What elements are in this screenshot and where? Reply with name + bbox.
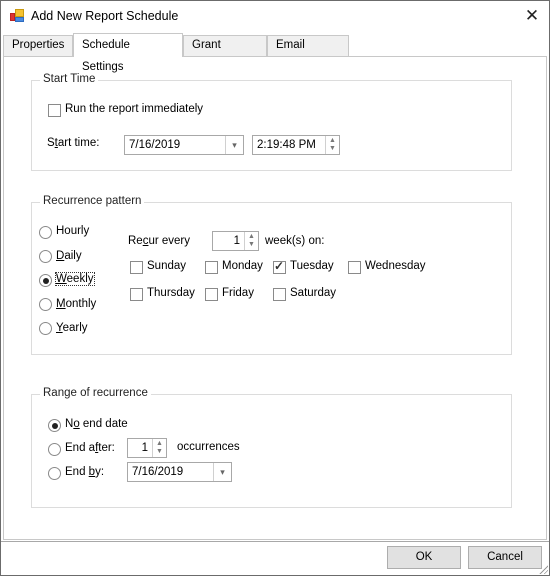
- end-after-occurrences-input[interactable]: 1 ▲ ▼: [127, 438, 167, 458]
- recurrence-group-label: Recurrence pattern: [40, 195, 145, 207]
- start-time-input[interactable]: 2:19:48 PM ▲ ▼: [252, 135, 340, 155]
- spin-down-icon[interactable]: ▼: [326, 145, 339, 153]
- tab-email-output[interactable]: Email Output: [267, 35, 349, 70]
- spin-up-icon[interactable]: ▲: [326, 137, 339, 145]
- checkbox-saturday[interactable]: [273, 288, 286, 301]
- recur-every-spinner[interactable]: ▲ ▼: [244, 232, 258, 250]
- radio-hourly-label: Hourly: [56, 225, 90, 237]
- title-bar: Add New Report Schedule ✕: [1, 1, 549, 31]
- start-date-value: 7/16/2019: [129, 139, 181, 151]
- checkbox-saturday-label: Saturday: [290, 287, 337, 299]
- window-title: Add New Report Schedule: [31, 9, 179, 23]
- weeks-on-label: week(s) on:: [265, 235, 325, 247]
- checkbox-thursday[interactable]: [130, 288, 143, 301]
- checkbox-friday-label: Friday: [222, 287, 254, 299]
- radio-daily-label: Daily: [56, 250, 82, 262]
- radio-no-end-date-label: No end date: [65, 418, 128, 430]
- recur-every-input[interactable]: 1 ▲ ▼: [212, 231, 259, 251]
- checkbox-monday-label: Monday: [222, 260, 263, 272]
- start-date-picker[interactable]: 7/16/2019 ▾: [124, 135, 244, 155]
- spin-down-icon[interactable]: ▼: [153, 448, 166, 456]
- run-immediately-checkbox[interactable]: [48, 104, 61, 117]
- end-by-dropdown-button[interactable]: ▾: [213, 463, 231, 481]
- radio-monthly[interactable]: [39, 298, 52, 311]
- end-by-date-value: 7/16/2019: [132, 466, 184, 478]
- start-date-dropdown-button[interactable]: ▾: [225, 136, 243, 154]
- checkbox-friday[interactable]: [205, 288, 218, 301]
- end-after-value: 1: [141, 442, 148, 454]
- checkbox-wednesday[interactable]: [348, 261, 361, 274]
- range-group-label: Range of recurrence: [40, 387, 151, 399]
- start-time-value: 2:19:48 PM: [257, 139, 316, 151]
- range-of-recurrence-group: Range of recurrence No end date End afte…: [31, 387, 512, 508]
- tab-schedule-settings[interactable]: Schedule Settings: [73, 33, 183, 73]
- radio-yearly[interactable]: [39, 322, 52, 335]
- tab-properties[interactable]: Properties: [3, 35, 73, 56]
- checkbox-sunday[interactable]: [130, 261, 143, 274]
- checkbox-sunday-label: Sunday: [147, 260, 187, 272]
- radio-end-after-label: End after:: [65, 442, 115, 454]
- recur-every-value: 1: [233, 235, 240, 247]
- recurrence-pattern-group: Recurrence pattern Hourly Daily Weekly M…: [31, 195, 512, 355]
- checkbox-wednesday-label: Wednesday: [365, 260, 426, 272]
- footer-divider: [1, 541, 549, 542]
- radio-weekly-label: Weekly: [55, 272, 95, 286]
- spin-up-icon[interactable]: ▲: [153, 440, 166, 448]
- start-time-group: Start Time Run the report immediately St…: [31, 73, 512, 171]
- radio-weekly[interactable]: [39, 274, 52, 287]
- radio-end-after[interactable]: [48, 443, 61, 456]
- cancel-button[interactable]: Cancel: [468, 546, 542, 569]
- schedule-settings-panel: Start Time Run the report immediately St…: [3, 56, 547, 540]
- close-button[interactable]: ✕: [521, 5, 543, 27]
- checkbox-tuesday-label: Tuesday: [290, 260, 334, 272]
- close-icon: ✕: [524, 6, 540, 25]
- ok-button[interactable]: OK: [387, 546, 461, 569]
- recur-every-label: Recur every: [128, 235, 190, 247]
- end-after-spinner[interactable]: ▲ ▼: [152, 439, 166, 457]
- chevron-down-icon: ▾: [220, 467, 225, 477]
- checkbox-thursday-label: Thursday: [147, 287, 195, 299]
- checkbox-monday[interactable]: [205, 261, 218, 274]
- chevron-down-icon: ▾: [232, 140, 237, 150]
- start-time-spinner[interactable]: ▲ ▼: [325, 136, 339, 154]
- checkbox-tuesday[interactable]: [273, 259, 286, 274]
- dialog-window: Add New Report Schedule ✕ Properties Sch…: [0, 0, 550, 576]
- radio-hourly[interactable]: [39, 226, 52, 239]
- radio-end-by-label: End by:: [65, 466, 105, 478]
- radio-no-end-date[interactable]: [48, 419, 61, 432]
- radio-yearly-label: Yearly: [56, 322, 88, 334]
- end-by-date-picker[interactable]: 7/16/2019 ▾: [127, 462, 232, 482]
- spin-down-icon[interactable]: ▼: [245, 241, 258, 249]
- radio-end-by[interactable]: [48, 467, 61, 480]
- app-icon: [10, 9, 24, 23]
- run-immediately-label: Run the report immediately: [65, 103, 204, 115]
- tab-grant-access[interactable]: Grant Access: [183, 35, 267, 70]
- start-time-label: Start time:: [47, 137, 100, 149]
- occurrences-label: occurrences: [177, 441, 240, 453]
- radio-monthly-label: Monthly: [56, 298, 97, 310]
- spin-up-icon[interactable]: ▲: [245, 233, 258, 241]
- radio-daily[interactable]: [39, 250, 52, 263]
